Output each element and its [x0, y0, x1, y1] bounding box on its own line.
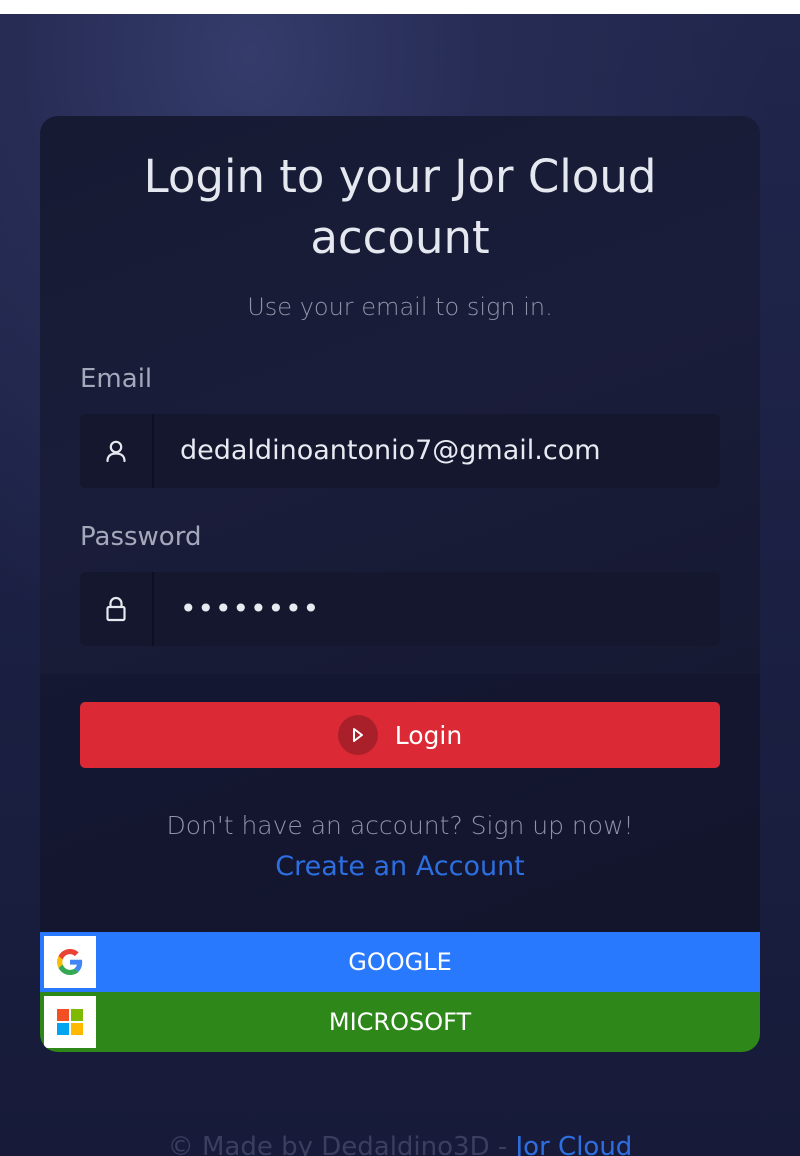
page-background: Login to your Jor Cloud account Use your… — [0, 14, 800, 1156]
email-input-group: dedaldinoantonio7@gmail.com — [80, 414, 720, 488]
create-account-link[interactable]: Create an Account — [40, 851, 760, 882]
lock-icon — [80, 572, 154, 646]
password-input-group: •••••••• — [80, 572, 720, 646]
password-label: Password — [80, 522, 202, 552]
login-button-label: Login — [394, 720, 463, 750]
login-card: Login to your Jor Cloud account Use your… — [40, 116, 760, 1052]
user-icon — [80, 414, 154, 488]
browser-top-strip — [0, 0, 800, 14]
password-field[interactable]: •••••••• — [180, 572, 700, 646]
google-login-button[interactable]: GOOGLE — [40, 932, 760, 992]
email-field[interactable]: dedaldinoantonio7@gmail.com — [180, 414, 700, 488]
signup-prompt: Don't have an account? Sign up now! — [166, 811, 634, 840]
login-button[interactable]: Login — [80, 702, 720, 768]
footer-link[interactable]: Jor Cloud — [516, 1132, 633, 1156]
play-circle-icon — [337, 715, 378, 755]
email-label: Email — [80, 364, 153, 394]
microsoft-button-label: MICROSOFT — [328, 1008, 472, 1036]
login-form-panel: Login to your Jor Cloud account Use your… — [40, 116, 760, 674]
page-title: Login to your Jor Cloud account — [143, 150, 657, 264]
microsoft-login-button[interactable]: MICROSOFT — [40, 992, 760, 1052]
footer-credit: © Made by Dedaldino3D - — [167, 1132, 516, 1156]
footer: © Made by Dedaldino3D - Jor Cloud — [0, 1132, 800, 1156]
page-subtitle: Use your email to sign in. — [247, 293, 553, 321]
google-button-label: GOOGLE — [348, 948, 452, 976]
